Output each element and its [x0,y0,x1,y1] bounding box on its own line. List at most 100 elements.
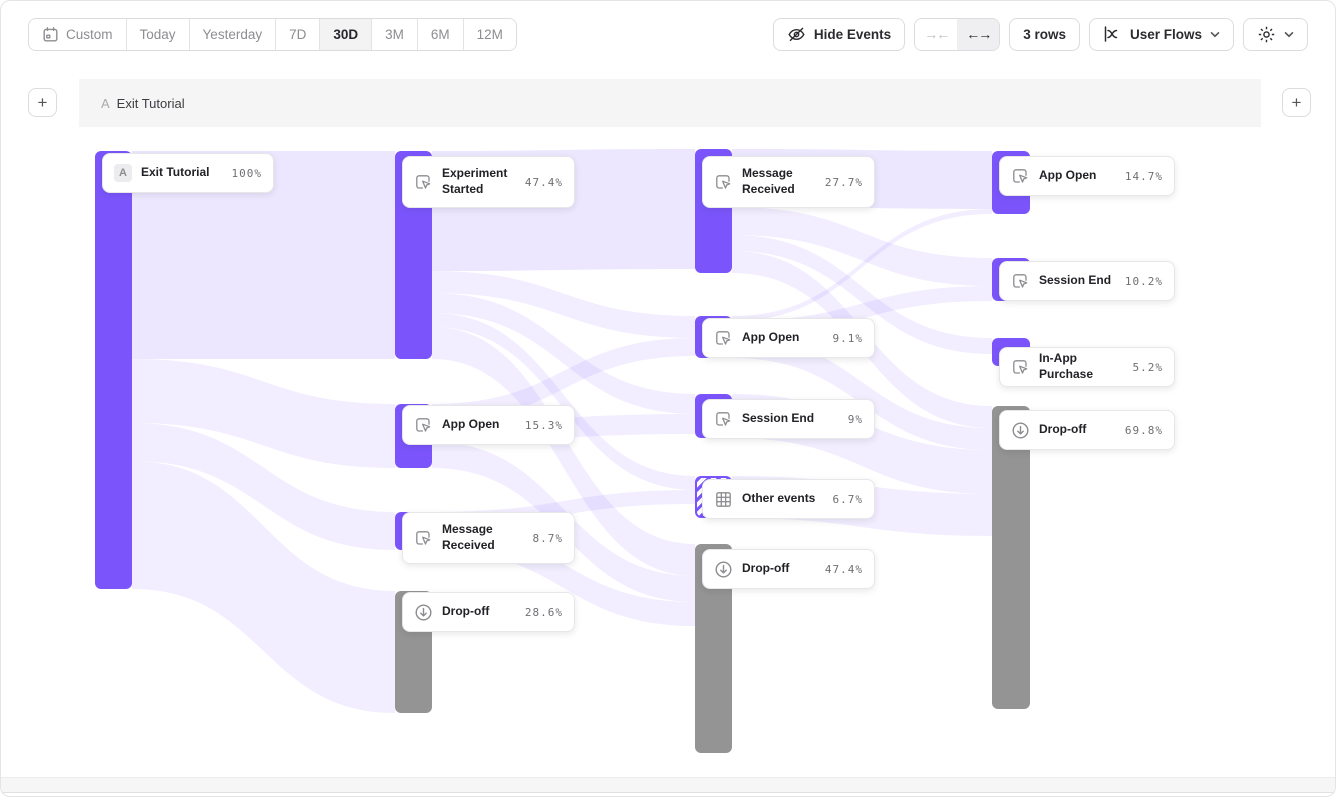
step-badge: A [101,96,110,111]
top-toolbar: Custom Today Yesterday 7D 30D 3M 6M 12M Hide Ev… [1,1,1335,67]
node-percentage: 47.4% [525,176,563,189]
date-range-label: Today [140,27,176,42]
event-cursor-icon [714,410,733,429]
date-range-label: 30D [333,27,358,42]
flow-node-card-c4-ao[interactable]: App Open 14.7% [999,156,1175,196]
date-range-label: Yesterday [203,27,263,42]
flow-node-card-c1-exit[interactable]: A Exit Tutorial 100% [102,153,274,193]
node-label: App Open [442,417,516,433]
node-label: Drop-off [1039,422,1116,438]
node-percentage: 8.7% [533,532,564,545]
flow-node-card-c2-ao[interactable]: App Open15.3% [402,405,575,445]
arrows-inward-icon: →← [924,26,948,42]
flow-node-card-c2-do[interactable]: Drop-off 28.6% [402,592,575,632]
expand-columns-button[interactable]: ←→ [957,19,999,50]
flow-node-card-c2-mr[interactable]: Message Received 8.7% [402,512,575,564]
flow-node-card-c3-se[interactable]: Session End 9% [702,399,875,439]
arrows-outward-icon: ←→ [966,26,990,42]
date-range-label: 3M [385,27,404,42]
date-range-label: 7D [289,27,306,42]
node-percentage: 10.2% [1125,275,1163,288]
node-label: App Open [1039,168,1116,184]
flow-node-bar-c4-do[interactable] [992,406,1030,709]
node-percentage: 9.1% [833,332,864,345]
node-label: Exit Tutorial [141,165,223,181]
node-percentage: 47.4% [825,563,863,576]
date-range-yesterday[interactable]: Yesterday [190,19,277,50]
event-cursor-icon [1011,358,1030,377]
toolbar-right-cluster: Hide Events →← ←→ 3 rows User Flows [773,18,1308,51]
drop-off-arrow-icon [1011,421,1030,440]
add-step-left-button[interactable]: + [28,88,57,117]
date-range-label: Custom [66,27,113,42]
flow-node-card-c4-do[interactable]: Drop-off69.8% [999,410,1175,450]
event-cursor-icon [414,416,433,435]
node-label: Message Received [742,166,816,197]
footer-strip [1,777,1335,793]
flow-node-bar-c1-exit[interactable] [95,151,132,589]
date-range-3m[interactable]: 3M [372,19,418,50]
chevron-down-icon [1284,31,1294,38]
node-label: Message Received [442,522,524,553]
date-range-6m[interactable]: 6M [418,19,464,50]
node-label: App Open [742,330,824,346]
plus-icon: + [38,94,48,111]
node-step-badge: A [114,164,132,182]
drop-off-arrow-icon [414,603,433,622]
node-percentage: 6.7% [833,493,864,506]
date-range-custom[interactable]: Custom [29,19,127,50]
date-range-today[interactable]: Today [127,19,190,50]
settings-dropdown-button[interactable] [1243,18,1308,51]
node-percentage: 14.7% [1125,170,1163,183]
chevron-down-icon [1210,31,1220,38]
node-percentage: 28.6% [525,606,563,619]
date-range-7d[interactable]: 7D [276,19,320,50]
view-selector-label: User Flows [1130,27,1202,42]
step-event-name: Exit Tutorial [117,96,185,111]
step-a-label[interactable]: A Exit Tutorial [101,79,185,127]
node-percentage: 9% [848,413,863,426]
user-flows-icon [1103,25,1122,44]
grid-icon [714,490,733,509]
date-range-30d[interactable]: 30D [320,19,372,50]
sankey-links-layer [1,127,1336,778]
flow-node-card-c4-ip[interactable]: In-App Purchase5.2% [999,347,1175,387]
node-label: Drop-off [742,561,816,577]
sankey-canvas: A Exit Tutorial 100% Experiment Started 47.4… [1,127,1336,778]
flow-node-card-c3-mr[interactable]: Message Received 27.7% [702,156,875,208]
plus-icon: + [1292,94,1302,111]
event-cursor-icon [414,529,433,548]
event-cursor-icon [1011,272,1030,291]
view-selector-button[interactable]: User Flows [1089,18,1234,51]
node-label: Experiment Started [442,166,516,197]
node-percentage: 100% [232,167,263,180]
user-flows-app: Custom Today Yesterday 7D 30D 3M 6M 12M Hide Ev… [0,0,1336,797]
step-header-strip: A Exit Tutorial [79,79,1261,127]
collapse-expand-toggle: →← ←→ [914,18,1000,51]
flow-node-card-c3-oe[interactable]: Other events 6.7% [702,479,875,519]
node-percentage: 27.7% [825,176,863,189]
rows-count-button[interactable]: 3 rows [1009,18,1080,51]
node-label: Session End [742,411,839,427]
date-range-selector: Custom Today Yesterday 7D 30D 3M 6M 12M [28,18,517,51]
event-cursor-icon [414,173,433,192]
date-range-12m[interactable]: 12M [464,19,516,50]
collapse-columns-button[interactable]: →← [915,19,957,50]
flow-node-card-c2-es[interactable]: Experiment Started 47.4% [402,156,575,208]
hide-events-button[interactable]: Hide Events [773,18,905,51]
flow-node-card-c3-do[interactable]: Drop-off 47.4% [702,549,875,589]
eye-slash-icon [787,25,806,44]
drop-off-arrow-icon [714,560,733,579]
gear-icon [1257,25,1276,44]
calendar-icon [42,26,59,43]
node-label: Other events [742,491,824,507]
flow-node-card-c3-ao[interactable]: App Open 9.1% [702,318,875,358]
event-cursor-icon [714,329,733,348]
node-label: Session End [1039,273,1116,289]
date-range-label: 6M [431,27,450,42]
flow-node-card-c4-se[interactable]: Session End 10.2% [999,261,1175,301]
node-percentage: 5.2% [1133,361,1164,374]
add-step-right-button[interactable]: + [1282,88,1311,117]
event-cursor-icon [1011,167,1030,186]
node-label: Drop-off [442,604,516,620]
